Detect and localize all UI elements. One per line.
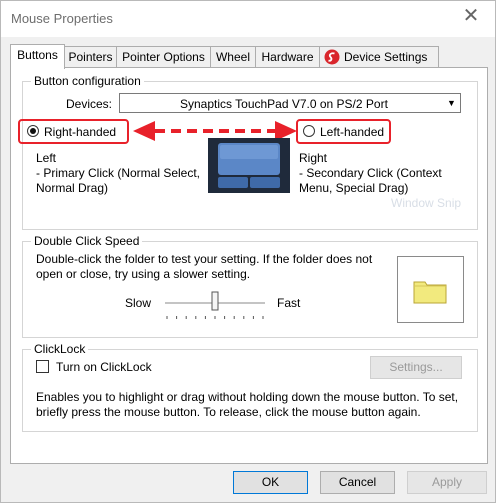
right-button-desc-line1: - Secondary Click (Context: [299, 166, 442, 180]
cancel-button[interactable]: Cancel: [320, 471, 395, 494]
devices-dropdown[interactable]: Synaptics TouchPad V7.0 on PS/2 Port ▼: [119, 93, 461, 113]
left-handed-radio[interactable]: [303, 125, 315, 137]
radio-dot: [30, 128, 36, 134]
button-label: Settings...: [389, 360, 443, 374]
mouse-properties-window: Mouse Properties ✕ Buttons Pointers Poin…: [0, 0, 496, 503]
right-handed-radio[interactable]: [27, 125, 39, 137]
button-label: OK: [261, 475, 280, 489]
tab-label: Wheel: [215, 50, 250, 64]
tab-device-settings[interactable]: Device Settings: [319, 46, 439, 68]
left-button-title: Left: [36, 151, 57, 165]
left-handed-label[interactable]: Left-handed: [320, 125, 384, 139]
right-button-desc-line2: Menu, Special Drag): [299, 181, 409, 195]
devices-label: Devices:: [66, 97, 113, 111]
tab-hardware[interactable]: Hardware: [255, 46, 320, 68]
close-icon[interactable]: ✕: [449, 1, 493, 31]
title-bar[interactable]: Mouse Properties ✕: [1, 1, 495, 37]
tab-pointer-options[interactable]: Pointer Options: [116, 46, 211, 68]
window-title: Mouse Properties: [11, 11, 113, 26]
tab-wheel[interactable]: Wheel: [210, 46, 256, 68]
tab-buttons[interactable]: Buttons: [10, 44, 65, 69]
clicklock-checkbox-label[interactable]: Turn on ClickLock: [56, 360, 152, 374]
left-button-desc-line1: - Primary Click (Normal Select,: [36, 166, 201, 180]
double-click-desc-line1: Double-click the folder to test your set…: [36, 252, 373, 266]
apply-button[interactable]: Apply: [407, 471, 487, 494]
slider-thumb[interactable]: [211, 291, 219, 311]
window-snip-ghost-text: Window Snip: [391, 196, 462, 210]
button-label: Apply: [431, 475, 463, 489]
fast-label: Fast: [277, 296, 301, 310]
buttons-tab-panel: Button configuration Devices: Synaptics …: [10, 67, 488, 464]
right-handed-label[interactable]: Right-handed: [44, 125, 116, 139]
tab-label: Hardware: [261, 50, 314, 64]
double-click-speed-slider[interactable]: [163, 290, 267, 330]
slider-graphic: [165, 291, 265, 319]
button-label: Cancel: [338, 475, 377, 489]
group-title: Double Click Speed: [31, 234, 143, 248]
folder-icon[interactable]: [413, 278, 447, 304]
double-click-desc-line2: open or close, try using a slower settin…: [36, 267, 251, 281]
touchpad-image: [208, 138, 290, 193]
clicklock-desc-line1: Enables you to highlight or drag without…: [36, 390, 459, 404]
slow-label: Slow: [125, 296, 152, 310]
tab-label: Buttons: [17, 48, 58, 62]
synaptics-logo-icon: [324, 49, 340, 65]
tab-label: Pointer Options: [122, 50, 205, 64]
clicklock-settings-button[interactable]: Settings...: [370, 356, 462, 379]
chevron-down-icon: ▼: [447, 98, 456, 108]
clicklock-desc-line2: briefly press the mouse button. To relea…: [36, 405, 421, 419]
group-title: ClickLock: [31, 342, 89, 356]
tab-label: Pointers: [68, 50, 113, 64]
ok-button[interactable]: OK: [233, 471, 308, 494]
devices-dropdown-value: Synaptics TouchPad V7.0 on PS/2 Port: [180, 97, 388, 111]
slider-ticks: [166, 316, 264, 319]
touchpad-icon: [208, 138, 290, 193]
left-button-desc-line2: Normal Drag): [36, 181, 109, 195]
test-folder-area[interactable]: [397, 256, 464, 323]
clicklock-checkbox[interactable]: [36, 360, 49, 373]
right-button-title: Right: [299, 151, 328, 165]
tab-label: Device Settings: [344, 50, 428, 64]
group-title: Button configuration: [31, 74, 144, 88]
tab-strip: Buttons Pointers Pointer Options Wheel H…: [10, 44, 490, 69]
tab-pointers[interactable]: Pointers: [64, 46, 117, 68]
